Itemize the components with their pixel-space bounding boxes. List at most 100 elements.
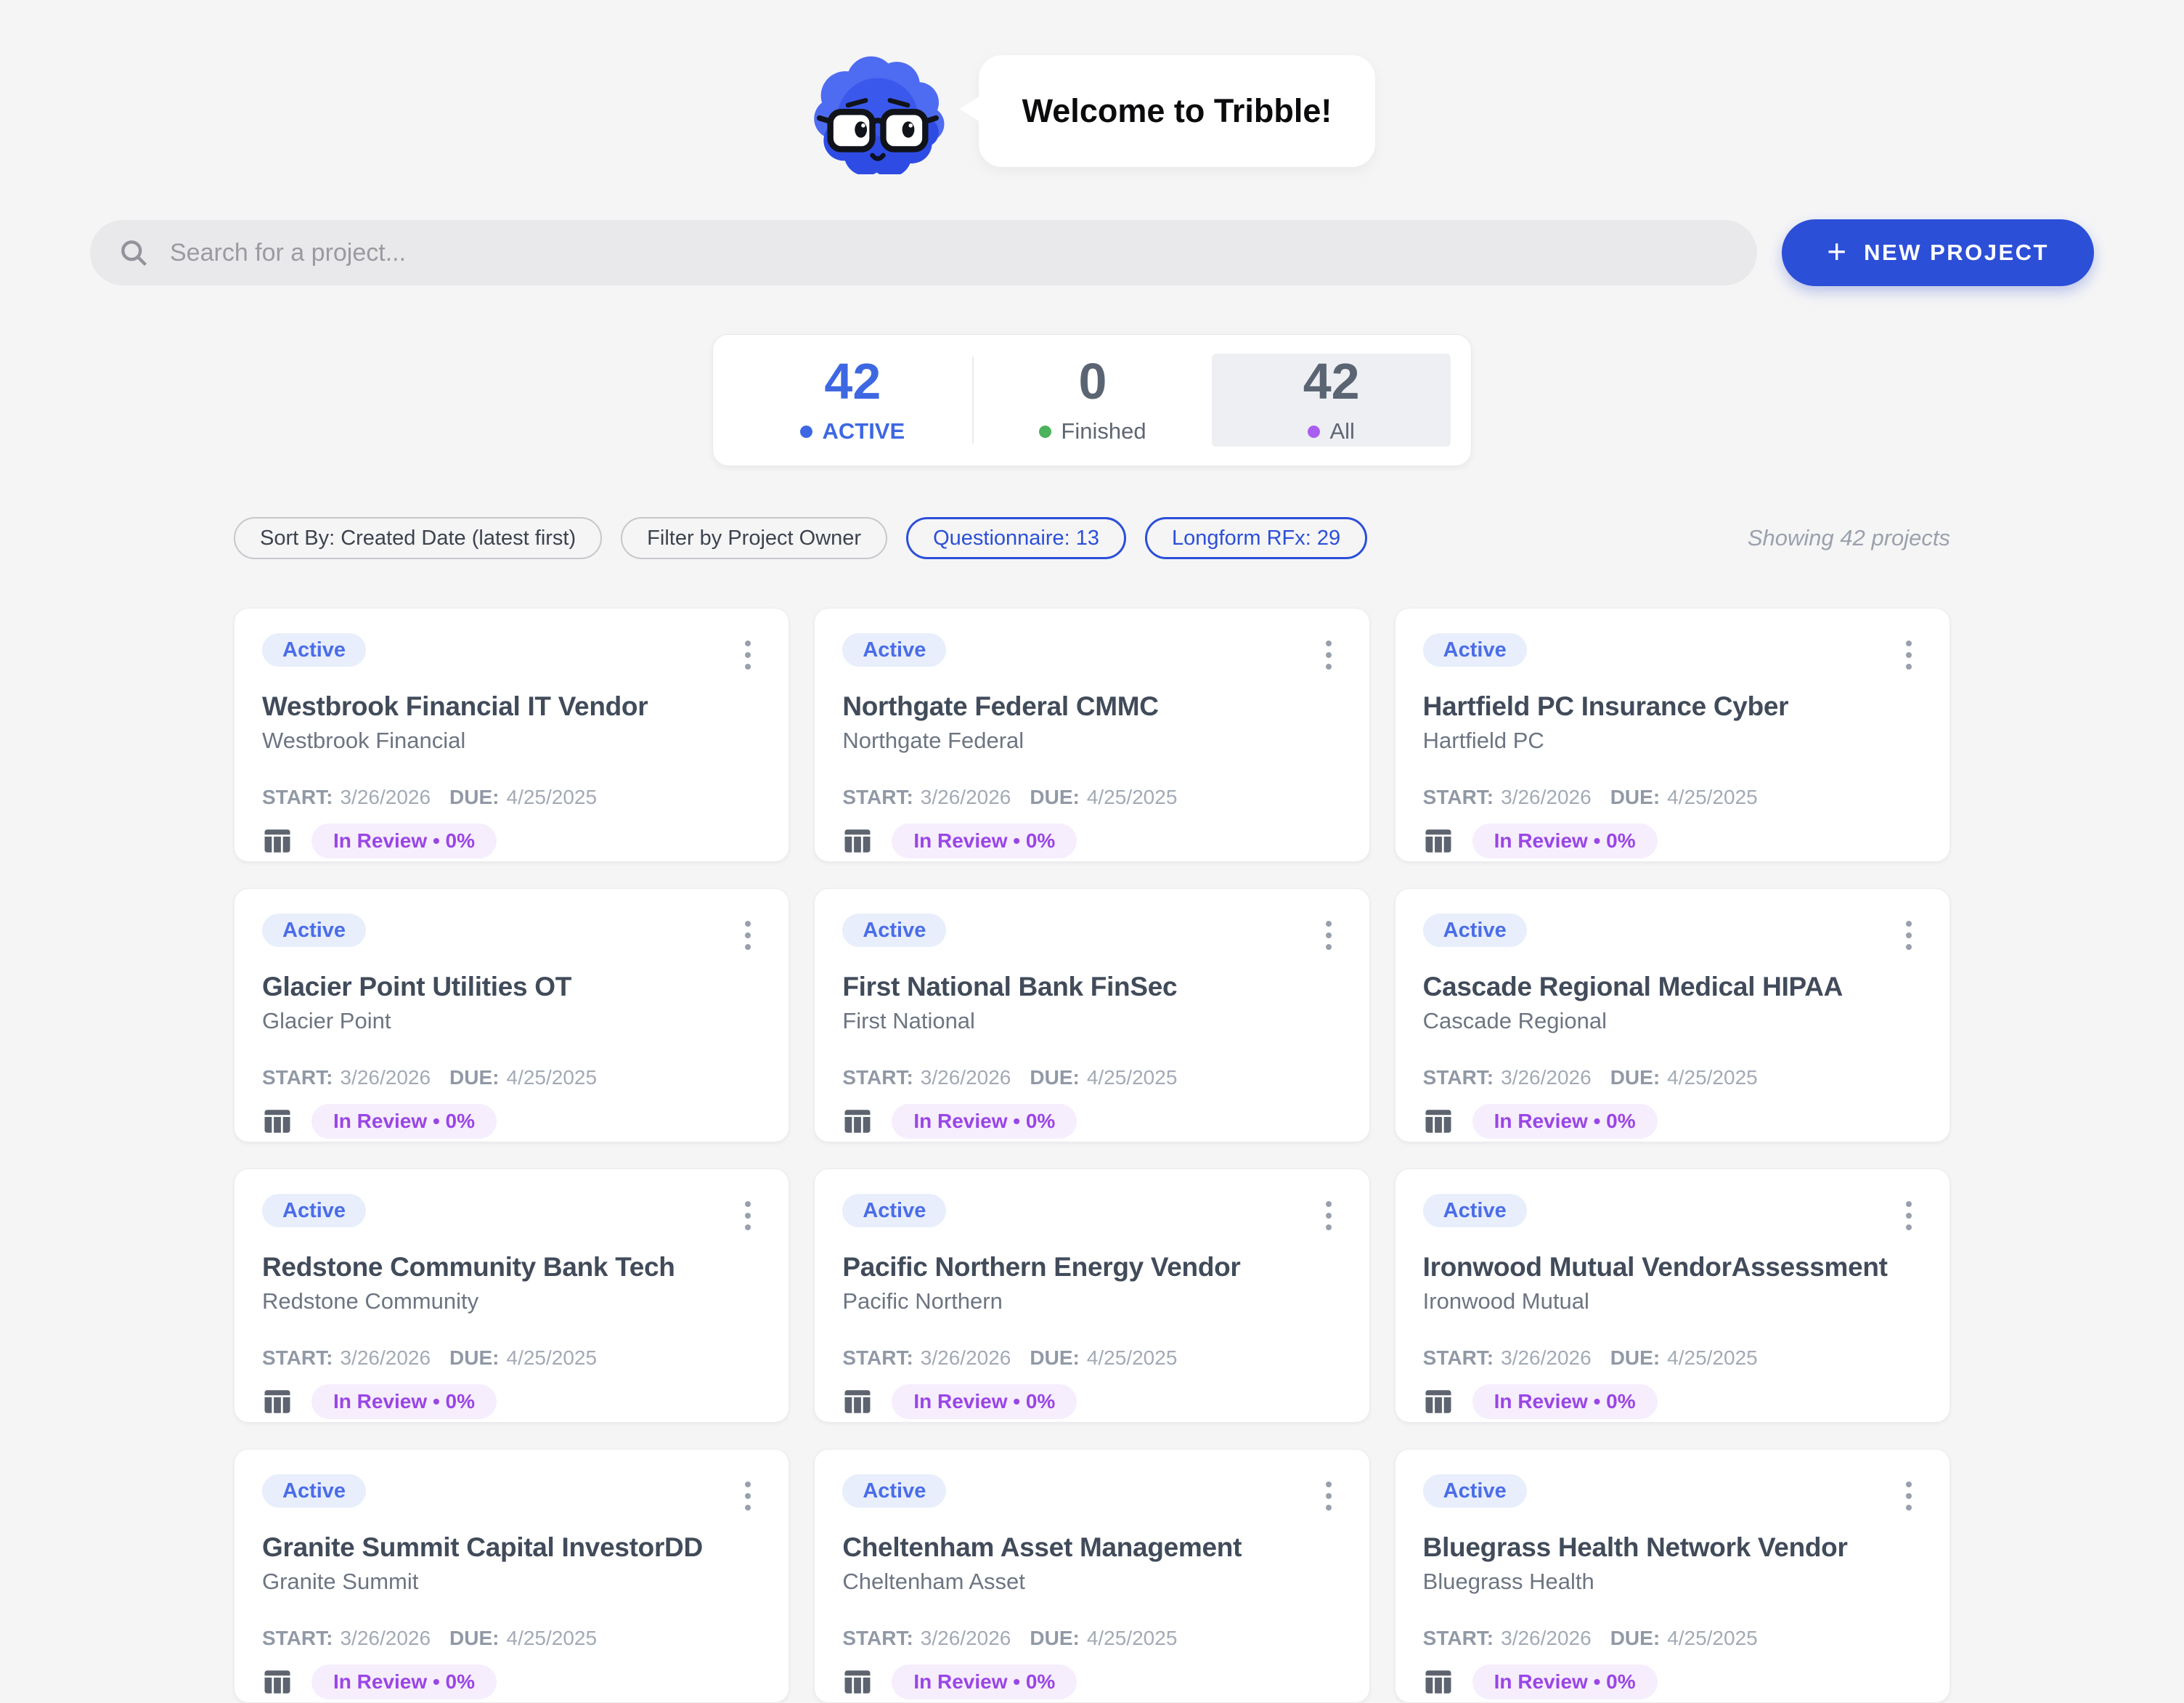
project-status-row: In Review • 0% — [262, 1665, 761, 1699]
start-date: 3/26/2026 — [1501, 1628, 1592, 1649]
kebab-menu-icon[interactable] — [1316, 633, 1342, 677]
stat-active-tab[interactable]: 42 ACTIVE — [733, 354, 972, 447]
stat-all-tab[interactable]: 42 All — [1212, 354, 1451, 447]
project-subtitle: Pacific Northern — [842, 1288, 1341, 1314]
table-icon — [1423, 1106, 1454, 1137]
status-badge: Active — [1423, 914, 1527, 947]
kebab-menu-icon[interactable] — [735, 914, 761, 957]
table-icon — [1423, 1667, 1454, 1697]
project-card[interactable]: Active Cheltenham Asset Management Chelt… — [814, 1449, 1369, 1703]
status-badge: Active — [262, 633, 366, 667]
project-card[interactable]: Active Pacific Northern Energy Vendor Pa… — [814, 1168, 1369, 1423]
longform-rfx-chip[interactable]: Longform RFx: 29 — [1145, 517, 1367, 559]
kebab-menu-icon[interactable] — [1896, 1474, 1922, 1518]
status-badge: Active — [1423, 1194, 1527, 1227]
status-badge: Active — [262, 914, 366, 947]
table-icon — [262, 1667, 293, 1697]
project-title: Westbrook Financial IT Vendor — [262, 691, 761, 722]
due-label: DUE: — [1610, 1068, 1660, 1088]
kebab-menu-icon[interactable] — [1316, 1474, 1342, 1518]
project-card[interactable]: Active Redstone Community Bank Tech Reds… — [234, 1168, 789, 1423]
project-card[interactable]: Active Northgate Federal CMMC Northgate … — [814, 608, 1369, 862]
start-date: 3/26/2026 — [1501, 1348, 1592, 1368]
main-content: Sort By: Created Date (latest first) Fil… — [234, 517, 1950, 1703]
sort-by-chip[interactable]: Sort By: Created Date (latest first) — [234, 517, 602, 559]
start-label: START: — [262, 1628, 333, 1649]
project-title: Redstone Community Bank Tech — [262, 1252, 761, 1283]
due-label: DUE: — [1030, 1348, 1079, 1368]
start-date: 3/26/2026 — [921, 1068, 1011, 1088]
project-status-row: In Review • 0% — [262, 1384, 761, 1419]
due-label: DUE: — [449, 1348, 499, 1368]
project-subtitle: Westbrook Financial — [262, 728, 761, 754]
project-subtitle: Granite Summit — [262, 1569, 761, 1595]
kebab-menu-icon[interactable] — [735, 1194, 761, 1237]
start-label: START: — [262, 787, 333, 808]
project-card[interactable]: Active Ironwood Mutual VendorAssessment … — [1395, 1168, 1950, 1423]
project-grid: Active Westbrook Financial IT Vendor Wes… — [234, 608, 1950, 1703]
questionnaire-chip[interactable]: Questionnaire: 13 — [906, 517, 1126, 559]
new-project-button[interactable]: + NEW PROJECT — [1782, 219, 2094, 286]
project-dates: START: 3/26/2026 DUE: 4/25/2025 — [1423, 1068, 1922, 1088]
project-status-row: In Review • 0% — [842, 1665, 1341, 1699]
search-icon — [118, 237, 150, 269]
kebab-menu-icon[interactable] — [1896, 914, 1922, 957]
start-date: 3/26/2026 — [1501, 787, 1592, 808]
search-input[interactable] — [170, 239, 1729, 267]
project-subtitle: Ironwood Mutual — [1423, 1288, 1922, 1314]
kebab-menu-icon[interactable] — [1316, 914, 1342, 957]
project-title: Hartfield PC Insurance Cyber — [1423, 691, 1922, 722]
start-date: 3/26/2026 — [340, 1628, 431, 1649]
kebab-menu-icon[interactable] — [735, 633, 761, 677]
progress-pill: In Review • 0% — [1472, 1665, 1658, 1699]
stat-finished-tab[interactable]: 0 Finished — [974, 354, 1213, 447]
due-label: DUE: — [1030, 1068, 1079, 1088]
project-status-row: In Review • 0% — [1423, 1665, 1922, 1699]
table-icon — [262, 1386, 293, 1417]
project-card[interactable]: Active Glacier Point Utilities OT Glacie… — [234, 888, 789, 1142]
start-date: 3/26/2026 — [921, 787, 1011, 808]
project-subtitle: Glacier Point — [262, 1008, 761, 1034]
due-date: 4/25/2025 — [507, 1348, 598, 1368]
progress-pill: In Review • 0% — [311, 1104, 497, 1139]
filter-owner-chip[interactable]: Filter by Project Owner — [621, 517, 887, 559]
project-card[interactable]: Active Granite Summit Capital InvestorDD… — [234, 1449, 789, 1703]
progress-pill: In Review • 0% — [1472, 1104, 1658, 1139]
project-dates: START: 3/26/2026 DUE: 4/25/2025 — [842, 1628, 1341, 1649]
hero-section: Welcome to Tribble! — [0, 0, 2184, 174]
project-card[interactable]: Active Bluegrass Health Network Vendor B… — [1395, 1449, 1950, 1703]
stat-active-value: 42 — [824, 356, 881, 407]
status-badge: Active — [262, 1194, 366, 1227]
start-label: START: — [842, 1628, 913, 1649]
progress-pill: In Review • 0% — [892, 824, 1077, 858]
kebab-menu-icon[interactable] — [1896, 1194, 1922, 1237]
start-label: START: — [262, 1348, 333, 1368]
status-badge: Active — [1423, 1474, 1527, 1508]
table-icon — [1423, 1386, 1454, 1417]
project-card[interactable]: Active Westbrook Financial IT Vendor Wes… — [234, 608, 789, 862]
progress-pill: In Review • 0% — [892, 1665, 1077, 1699]
start-label: START: — [842, 1348, 913, 1368]
kebab-menu-icon[interactable] — [735, 1474, 761, 1518]
search-bar[interactable] — [90, 220, 1757, 285]
due-date: 4/25/2025 — [507, 1628, 598, 1649]
due-label: DUE: — [1030, 1628, 1079, 1649]
status-badge: Active — [842, 1474, 946, 1508]
due-date: 4/25/2025 — [1667, 1068, 1758, 1088]
kebab-menu-icon[interactable] — [1316, 1194, 1342, 1237]
due-date: 4/25/2025 — [1087, 1348, 1178, 1368]
due-label: DUE: — [1610, 1348, 1660, 1368]
project-subtitle: Redstone Community — [262, 1288, 761, 1314]
kebab-menu-icon[interactable] — [1896, 633, 1922, 677]
table-icon — [842, 826, 873, 856]
due-label: DUE: — [1610, 787, 1660, 808]
start-label: START: — [1423, 1628, 1494, 1649]
project-status-row: In Review • 0% — [842, 1104, 1341, 1139]
stats-card: 42 ACTIVE 0 Finished 42 All — [712, 334, 1472, 466]
due-label: DUE: — [449, 787, 499, 808]
project-dates: START: 3/26/2026 DUE: 4/25/2025 — [1423, 1628, 1922, 1649]
project-card[interactable]: Active Cascade Regional Medical HIPAA Ca… — [1395, 888, 1950, 1142]
project-title: Cheltenham Asset Management — [842, 1532, 1341, 1563]
project-card[interactable]: Active First National Bank FinSec First … — [814, 888, 1369, 1142]
project-card[interactable]: Active Hartfield PC Insurance Cyber Hart… — [1395, 608, 1950, 862]
